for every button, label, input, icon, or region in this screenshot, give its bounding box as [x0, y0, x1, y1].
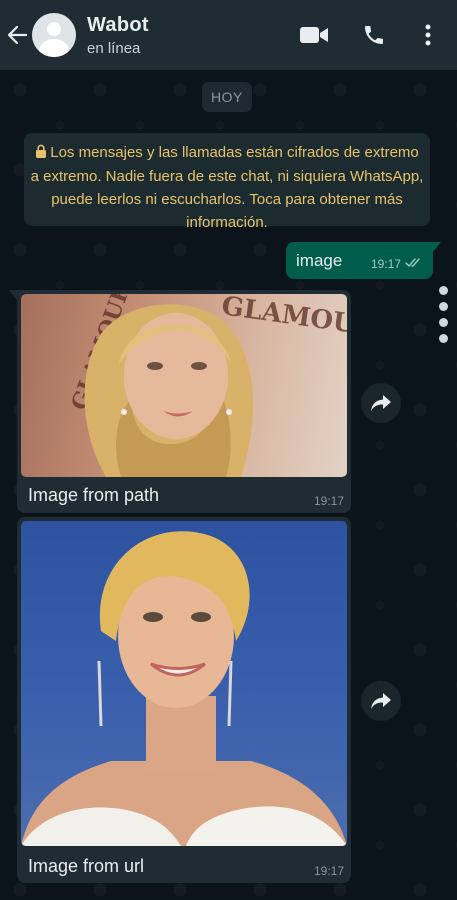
avatar[interactable] [32, 13, 76, 57]
lock-icon [35, 142, 47, 165]
back-arrow-icon[interactable] [4, 22, 30, 48]
day-separator: HOY [202, 82, 252, 112]
video-call-icon[interactable] [300, 21, 328, 49]
contact-name: Wabot [87, 13, 149, 36]
contact-info[interactable]: Wabot en línea [87, 14, 149, 57]
encryption-notice-text: Los mensajes y las llamadas están cifrad… [30, 144, 424, 231]
read-double-tick-icon [405, 255, 423, 273]
incoming-image-message[interactable]: Image from url 19:17 [17, 517, 351, 883]
scroll-dots [439, 286, 451, 350]
encryption-notice[interactable]: Los mensajes y las llamadas están cifrad… [24, 133, 430, 231]
message-time: 19:17 [313, 864, 344, 878]
incoming-image-message[interactable]: GLAMOUR GLAMOUR Image from path 19:17 [9, 290, 351, 513]
image-caption: Image from url [28, 856, 145, 876]
phone-icon[interactable] [361, 22, 387, 48]
chat-header: Wabot en línea [0, 0, 457, 70]
image-caption: Image from path [28, 485, 160, 505]
message-text: image [296, 250, 343, 270]
contact-status: en línea [87, 39, 141, 57]
photo-woman-blonde-wavy-hair[interactable]: GLAMOUR GLAMOUR [21, 294, 347, 477]
forward-icon[interactable] [361, 681, 401, 721]
more-options-icon[interactable] [423, 22, 433, 48]
forward-icon[interactable] [361, 383, 401, 423]
photo-woman-short-blonde-hair[interactable] [21, 521, 347, 846]
outgoing-message[interactable]: image 19:17 [286, 242, 441, 279]
message-time: 19:17 [370, 257, 401, 271]
message-time: 19:17 [313, 494, 344, 508]
